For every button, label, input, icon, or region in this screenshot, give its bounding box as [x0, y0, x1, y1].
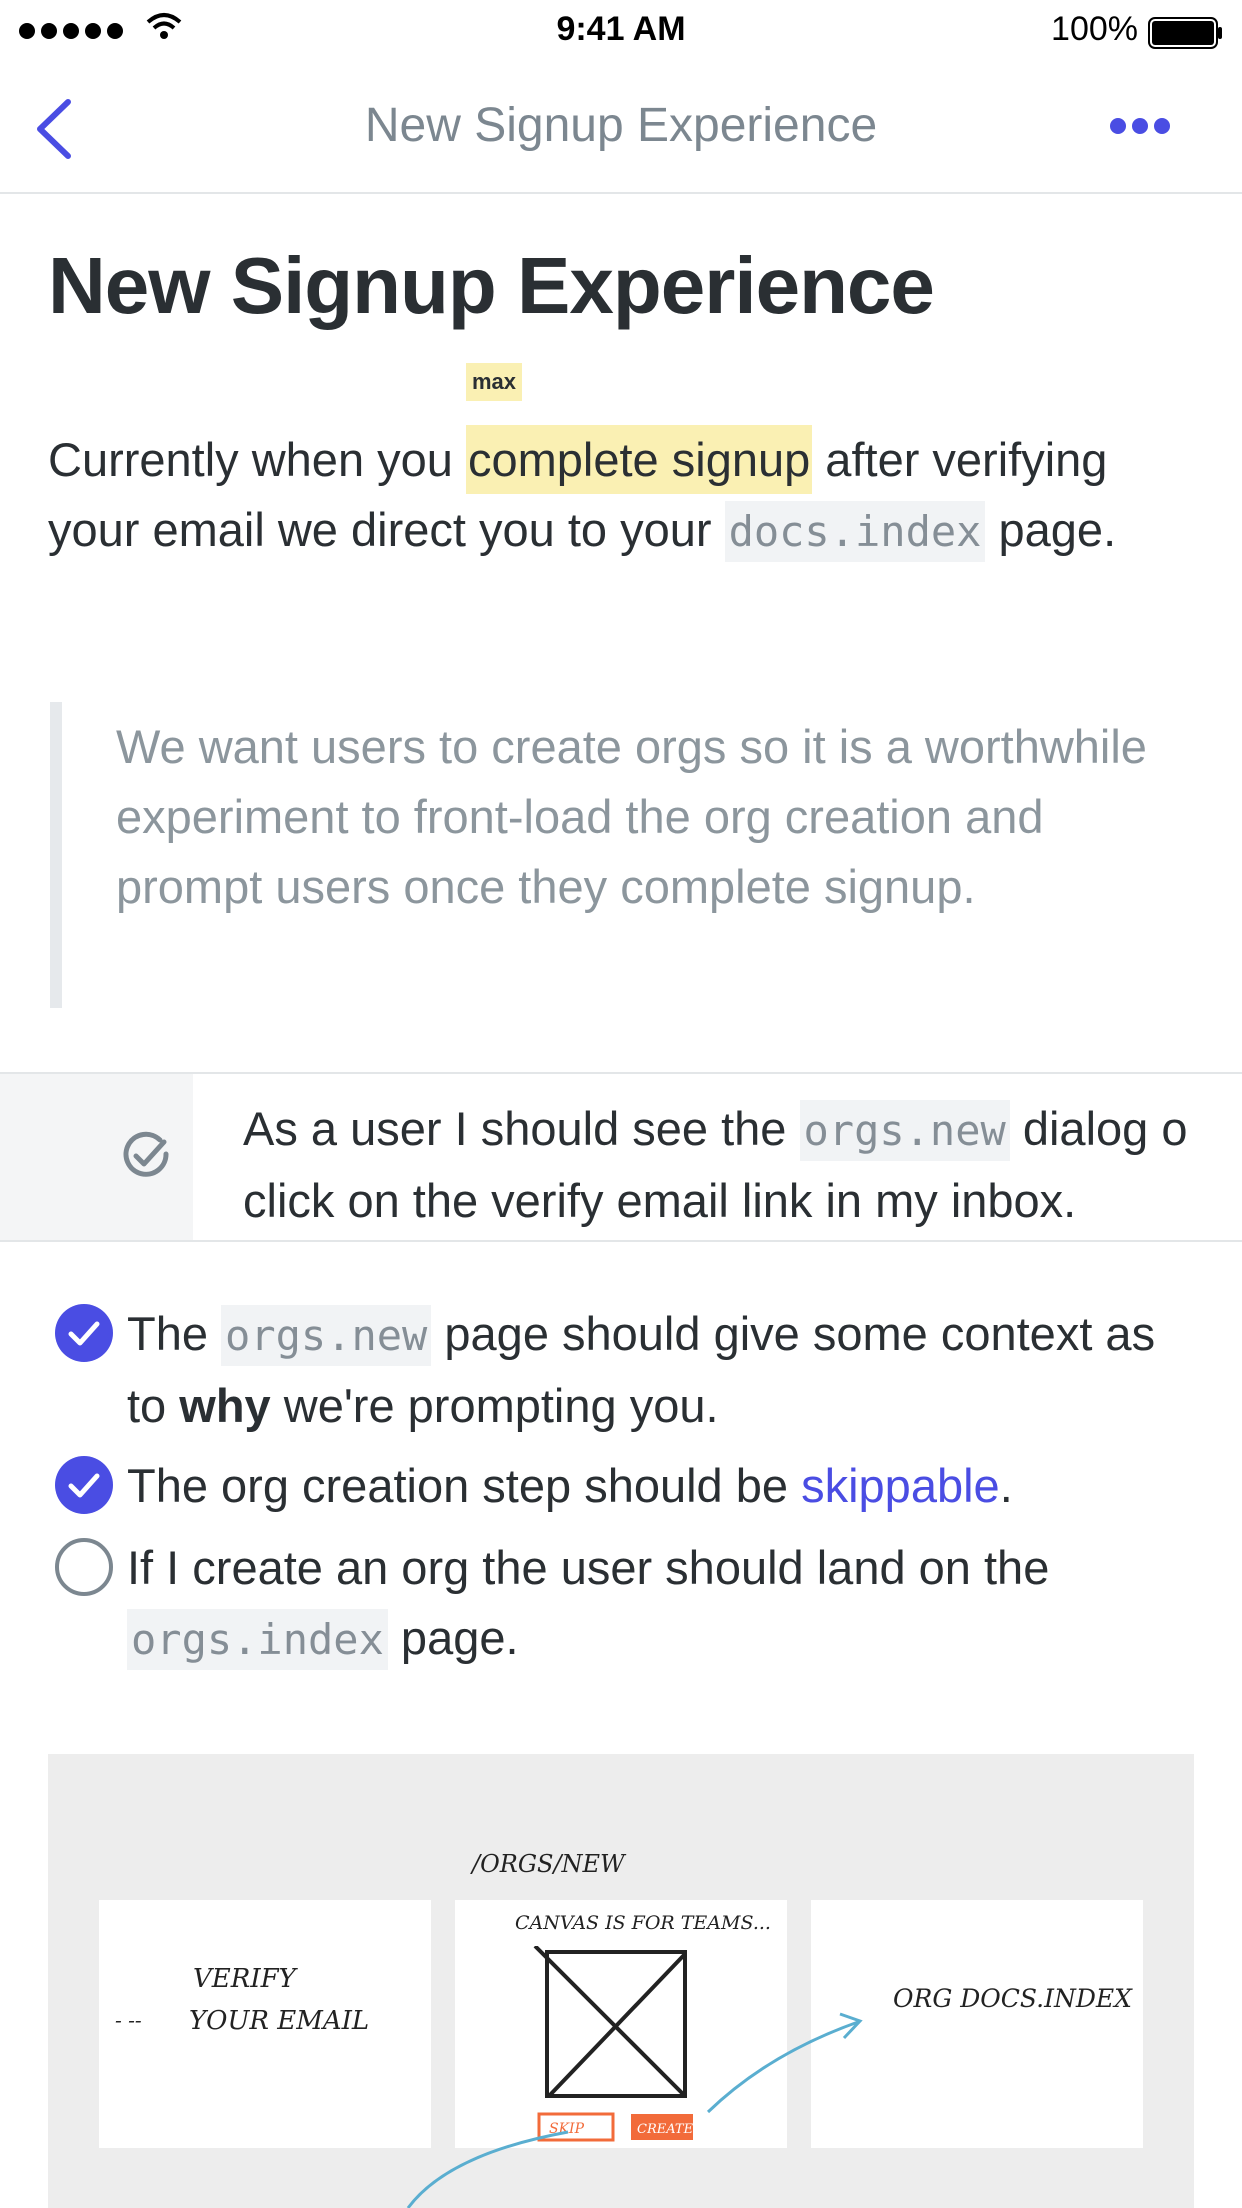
bold-text: why: [179, 1379, 271, 1432]
todo-text-part: If I create an org the user should land …: [127, 1541, 1050, 1594]
inline-code: orgs.new: [799, 1100, 1010, 1161]
story-line1-end: dialog o: [1009, 1102, 1188, 1155]
user-story-text: As a user I should see the orgs.new dial…: [243, 1094, 1242, 1236]
story-line1: As a user I should see the: [243, 1102, 800, 1155]
nav-title: New Signup Experience: [364, 99, 878, 152]
todo-text: If I create an org the user should land …: [127, 1533, 1207, 1675]
inline-code: orgs.new: [221, 1305, 432, 1366]
checkbox-checked-icon[interactable]: [54, 1303, 114, 1363]
user-story-block[interactable]: As a user I should see the orgs.new dial…: [0, 1072, 1242, 1242]
status-bar: 9:41 AM 100%: [0, 0, 1242, 60]
highlighted-text[interactable]: max complete signup: [465, 363, 813, 494]
battery-icon: [1148, 17, 1222, 49]
checkbox-checked-icon[interactable]: [54, 1455, 114, 1515]
checkbox-unchecked-icon[interactable]: [54, 1537, 114, 1597]
todo-text-part: The org creation step should be: [127, 1459, 802, 1512]
nav-bar: New Signup Experience: [0, 60, 1242, 194]
comment-author-tag[interactable]: max: [465, 363, 523, 401]
inline-code: docs.index: [724, 501, 986, 562]
flow-arrows: [406, 2012, 863, 2208]
ellipsis-icon[interactable]: [1108, 114, 1172, 138]
wireframe-sketch-image[interactable]: /ORGS/NEW - -- VERIFY YOUR EMAIL CANVAS …: [48, 1754, 1194, 2208]
skippable-link[interactable]: skippable: [801, 1459, 1000, 1512]
todo-text-part: .: [999, 1459, 1013, 1512]
todo-text-part: The: [127, 1307, 222, 1360]
check-circle-icon: [123, 1131, 169, 1177]
page-title: New Signup Experience: [48, 241, 935, 330]
para-text: Currently when you: [48, 433, 466, 486]
todo-text: The org creation step should be skippabl…: [127, 1451, 1207, 1521]
para-text: page.: [985, 503, 1117, 556]
battery-percent: 100%: [1051, 10, 1138, 48]
todo-text-part: page.: [387, 1611, 519, 1664]
intro-paragraph: Currently when you max complete signup af…: [48, 363, 1188, 567]
inline-code: orgs.index: [127, 1609, 388, 1670]
todo-text: The orgs.new page should give some conte…: [127, 1299, 1207, 1441]
blockquote-text: We want users to create orgs so it is a …: [116, 720, 1147, 913]
todo-text-part: we're prompting you.: [270, 1379, 719, 1432]
story-line2: click on the verify email link in my inb…: [243, 1174, 1077, 1227]
highlight-label: complete signup: [467, 433, 811, 486]
